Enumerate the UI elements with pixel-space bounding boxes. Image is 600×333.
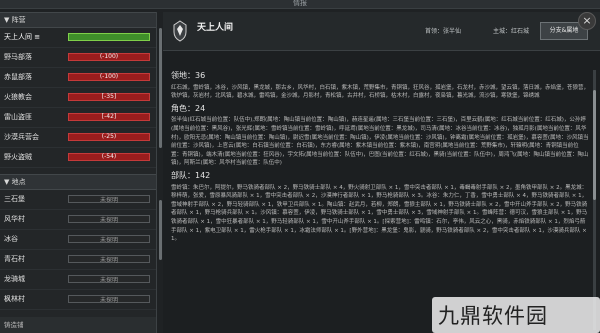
territory-list: 红石城，雪岭镇，冰谷，沙风镇，黑龙城，那古乡，风华村，白石镇，紫木镇，荒野集市，… — [171, 84, 590, 100]
location-status-text: 未探明 — [99, 257, 118, 264]
location-row[interactable]: 三石堡 未探明 — [0, 190, 156, 210]
watermark-text: 九鼎软件园 — [438, 304, 548, 328]
faction-name: 天上人间 ≡ — [4, 33, 41, 41]
characters-list: 张半仙(红石城当前位置：队伍中),郑朗(属地：陶山镇当前位置：陶山镇)，赫连星遥… — [171, 117, 589, 167]
relation-bar: (-100) — [68, 53, 150, 61]
characters-heading: 角色：24 — [171, 103, 206, 113]
location-row[interactable]: 龙骑城 未探明 — [0, 270, 156, 290]
location-list: 三石堡 未探明 风华村 未探明 冰谷 未探明 青石村 未探明 龙骑城 未探明 枫林村 未探明 — [0, 190, 156, 310]
location-status: 未探明 — [68, 235, 150, 244]
section-header-factions[interactable]: ▼ 阵营 — [0, 12, 156, 28]
faction-leader: 首领：张半仙 — [425, 28, 462, 35]
troops-list: 雪岭镇：朱巴尔，阿提尔，野马铁骑者部队 × 2，野马铁骑士部队 × 4，野火骑射… — [171, 184, 588, 243]
location-status: 未探明 — [68, 195, 150, 204]
faction-detail-panel: 天上人间 首领：张半仙 主城：红石城 分支&属地 领地：36 红石城，雪岭镇，冰… — [163, 12, 600, 333]
sidebar-scrollbar-lower[interactable] — [159, 200, 162, 260]
faction-name: 沙漠兵营会 — [4, 133, 39, 141]
relation-value: [-42] — [101, 113, 117, 120]
faction-capital: 主城：红石城 — [493, 28, 530, 35]
location-status: 未探明 — [68, 255, 150, 264]
watermark: 九鼎软件园 — [432, 297, 600, 333]
faction-row[interactable]: 天上人间 ≡ — [0, 28, 156, 48]
content-scrollbar[interactable] — [593, 70, 596, 330]
location-status-text: 未探明 — [99, 237, 118, 244]
window-titlebar: 情报 — [0, 0, 600, 9]
faction-row[interactable]: 雷山盗匪 [-42] — [0, 108, 156, 128]
faction-name: 雷山盗匪 — [4, 113, 32, 121]
relation-value: (-100) — [99, 53, 119, 60]
relation-bar: [-35] — [68, 93, 150, 101]
close-icon[interactable]: × — [578, 12, 596, 30]
relation-bar: (-100) — [68, 73, 150, 81]
location-row[interactable]: 风华村 未探明 — [0, 210, 156, 230]
faction-sidebar: ▼ 阵营 天上人间 ≡ 野马部落 (-100) 赤鼠部落 (-100) 火狼教会 [-35]… — [0, 12, 157, 333]
faction-row[interactable]: 赤鼠部落 (-100) — [0, 68, 156, 88]
location-row[interactable]: 冰谷 未探明 — [0, 230, 156, 250]
location-row[interactable]: 枫林村 未探明 — [0, 290, 156, 310]
location-status-text: 未探明 — [99, 197, 118, 204]
relation-value: (-100) — [99, 73, 119, 80]
section-header-locations[interactable]: ▼ 地点 — [0, 174, 156, 190]
location-name: 青石村 — [4, 255, 25, 263]
faction-name: 赤鼠部落 — [4, 73, 32, 81]
location-status-text: 未探明 — [99, 297, 118, 304]
bottom-tab[interactable]: 铸造铺 — [0, 317, 156, 333]
sidebar-scrollbar[interactable] — [159, 28, 162, 148]
location-row[interactable]: 青石村 未探明 — [0, 250, 156, 270]
faction-row[interactable]: 野马部落 (-100) — [0, 48, 156, 68]
location-name: 冰谷 — [4, 235, 18, 243]
faction-row[interactable]: 沙漠兵营会 (-25) — [0, 128, 156, 148]
window-title: 情报 — [293, 0, 307, 7]
relation-value: (-25) — [101, 133, 117, 140]
faction-header: 天上人间 首领：张半仙 主城：红石城 分支&属地 — [163, 12, 600, 51]
location-status-text: 未探明 — [99, 277, 118, 284]
faction-info-content: 领地：36 红石城，雪岭镇，冰谷，沙风镇，黑龙城，那古乡，风华村，白石镇，紫木镇… — [171, 68, 589, 247]
location-name: 龙骑城 — [4, 275, 25, 283]
faction-emblem-icon — [173, 20, 187, 42]
faction-name: 野马部落 — [4, 53, 32, 61]
relation-bar: (-25) — [68, 133, 150, 141]
relation-value: [-35] — [101, 93, 117, 100]
faction-list: 天上人间 ≡ 野马部落 (-100) 赤鼠部落 (-100) 火狼教会 [-35] 雷山盗匪 [… — [0, 28, 156, 168]
location-name: 枫林村 — [4, 295, 25, 303]
troops-heading: 部队：142 — [171, 170, 211, 180]
faction-row[interactable]: 火狼教会 [-35] — [0, 88, 156, 108]
relation-bar — [68, 33, 150, 41]
relation-bar: (-54) — [68, 153, 150, 161]
location-status: 未探明 — [68, 295, 150, 304]
relation-value: (-54) — [101, 153, 117, 160]
content-scrollbar-thumb[interactable] — [593, 90, 596, 200]
location-name: 三石堡 — [4, 195, 25, 203]
faction-title: 天上人间 — [197, 23, 234, 33]
faction-row[interactable]: 野火盗贼 (-54) — [0, 148, 156, 168]
location-status-text: 未探明 — [99, 217, 118, 224]
location-status: 未探明 — [68, 215, 150, 224]
bottom-tab-label: 铸造铺 — [4, 321, 24, 329]
location-name: 风华村 — [4, 215, 25, 223]
faction-name: 火狼教会 — [4, 93, 32, 101]
faction-name: 野火盗贼 — [4, 153, 32, 161]
location-status: 未探明 — [68, 275, 150, 284]
territory-heading: 领地：36 — [171, 71, 206, 80]
relation-bar: [-42] — [68, 113, 150, 121]
